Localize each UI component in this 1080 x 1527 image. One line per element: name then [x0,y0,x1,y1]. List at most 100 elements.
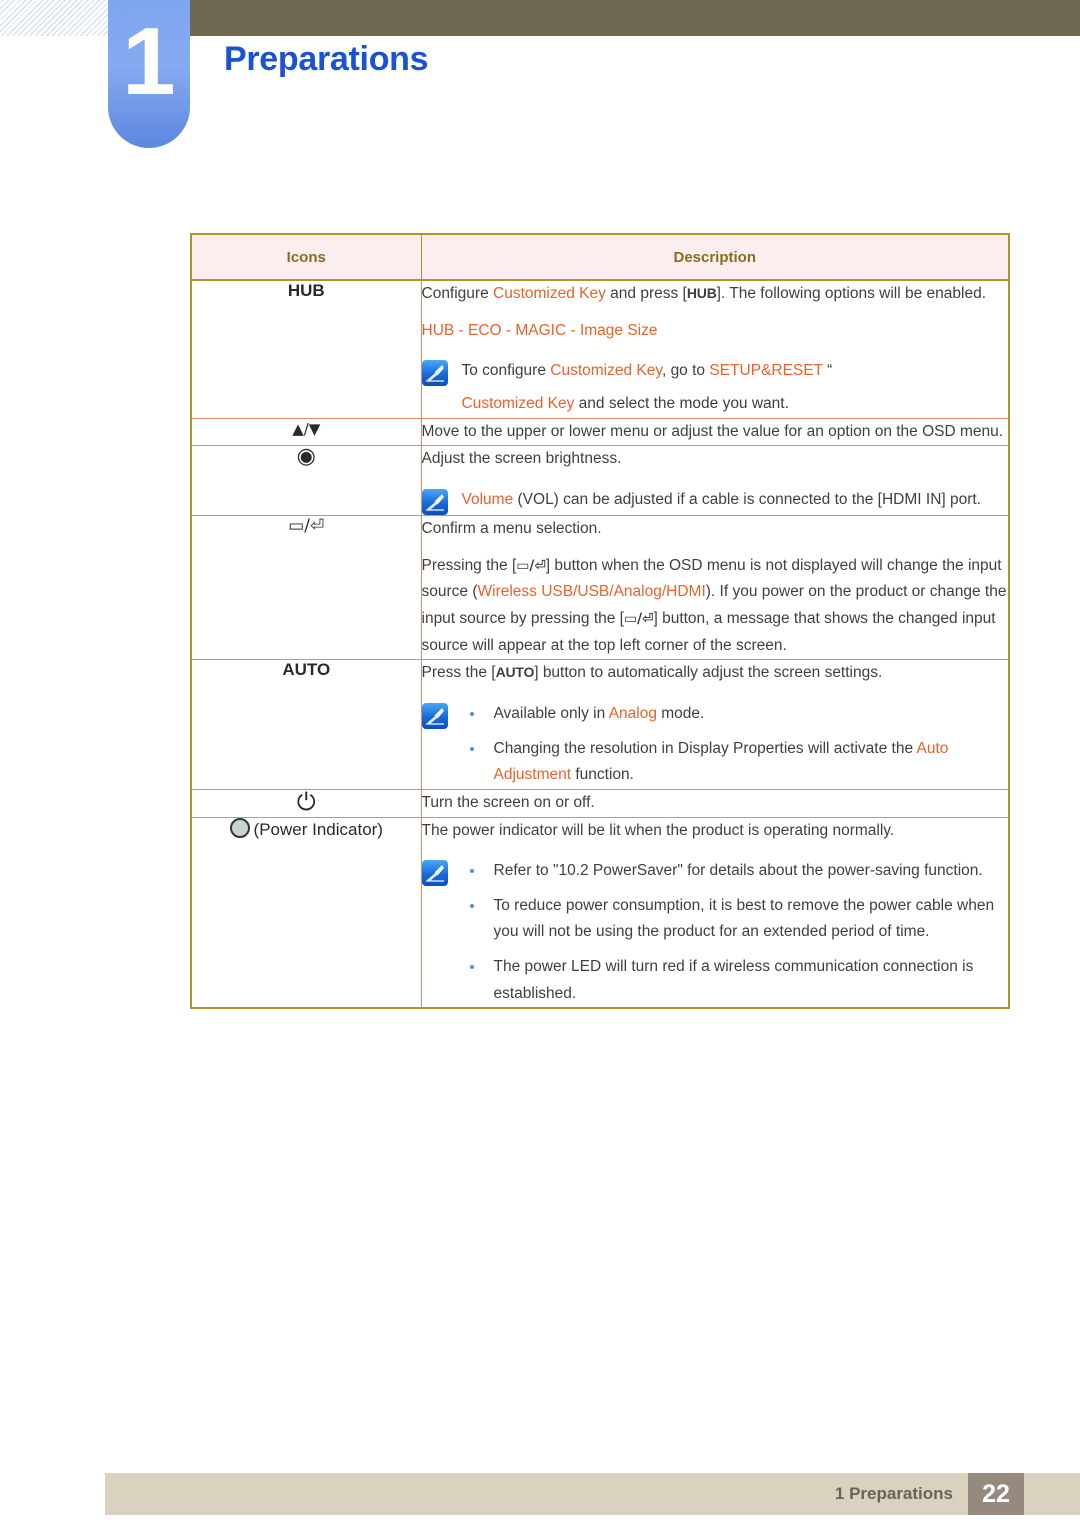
text-run: (VOL) can be adjusted if a cable is conn… [513,490,982,508]
button-reference-table: Icons Description HUB Configure Customize… [190,233,1010,1010]
text-run: Refer to "10.2 PowerSaver" for details a… [493,862,983,880]
note-block: To configure Customized Key, go to SETUP… [421,358,1009,417]
table-row: (Power Indicator) The power indicator wil… [190,816,1010,1009]
footer-page-number: 22 [968,1473,1024,1515]
description-cell: Configure Customized Key and press [HUB]… [420,279,1010,419]
header-band [190,0,1080,36]
text-run: Turn the screen on or off. [421,793,595,811]
text-run: Available only in [493,704,609,722]
highlighted-term: HUB - ECO - MAGIC - Image Size [421,321,658,339]
text-run: Configure [421,285,494,302]
text-run: , go to [661,362,710,380]
icon-cell-label: ⏻ [296,787,316,816]
button-key-label: AUTO [495,664,535,681]
footer-chapter-label: 1 Preparations [834,1484,953,1503]
icon-cell: HUB [190,279,422,419]
note-bullet-list: Refer to "10.2 PowerSaver" for details a… [462,858,1009,1007]
icon-cell: ▭/⏎ [190,514,422,661]
icon-cell-label: ▭/⏎ [288,515,325,536]
note-bullet-item: To reduce power consumption, it is best … [462,893,1009,946]
description-cell: The power indicator will be lit when the… [420,816,1010,1009]
chapter-number: 1 [122,8,176,115]
text-run: Changing the resolution in Display Prope… [493,739,917,757]
text-run: To configure [461,362,551,380]
note-body: Refer to "10.2 PowerSaver" for details a… [462,858,1009,1007]
text-run: and select the mode you want. [574,394,789,412]
note-body: To configure Customized Key, go to SETUP… [462,358,1009,417]
table-body: HUB Configure Customized Key and press [H… [190,279,1010,1009]
note-bullet-item: Changing the resolution in Display Prope… [462,736,1009,789]
text-run: The power LED will turn red if a wireles… [493,958,974,1002]
table-header-row: Icons Description [190,233,1010,281]
table-row: ⏻ Turn the screen on or off. [190,788,1010,818]
description-paragraph: Pressing the [▭/⏎] button when the OSD m… [422,553,1009,660]
text-run: Adjust the screen brightness. [421,450,622,468]
text-run: ] button to automatically adjust the scr… [534,664,883,682]
highlighted-term: Wireless USB/USB/Analog/HDMI [477,583,706,601]
note-block: Volume (VOL) can be adjusted if a cable … [421,487,1009,515]
highlighted-term: SETUP&RESET [709,362,823,380]
table-row: HUB Configure Customized Key and press [H… [190,279,1010,419]
icon-cell-label: (Power Indicator) [253,819,383,839]
text-run: Pressing the [ [421,556,517,574]
icon-cell-label: AUTO [282,660,331,680]
note-bullet-list: Available only in Analog mode. Changing t… [462,701,1009,789]
text-run: Move to the upper or lower menu or adjus… [421,422,1004,440]
text-run: “ [822,362,833,380]
text-run: To reduce power consumption, it is best … [493,896,995,941]
description-cell: Confirm a menu selection. Pressing the [▭… [420,514,1010,661]
power-indicator-led [229,817,250,838]
icon-cell: ⏻ [190,788,422,818]
description-paragraph: The power indicator will be lit when the… [422,818,1009,845]
description-paragraph: Confirm a menu selection. [422,516,1009,543]
note-pencil-icon [421,860,448,887]
description-paragraph: Adjust the screen brightness. [422,446,1009,473]
text-run: and press [ [605,285,687,302]
auto-button-icon: AUTO [282,660,330,679]
text-run: mode. [656,704,705,722]
icon-cell-label: ◉ [296,444,316,470]
footer-bar: 1 Preparations 22 [105,1473,1080,1515]
description-cell: Press the [AUTO] button to automatically… [420,659,1010,790]
note-body: Volume (VOL) can be adjusted if a cable … [462,487,1009,514]
note-body: Available only in Analog mode. Changing t… [462,701,1009,789]
text-run: The power indicator will be lit when the… [421,821,895,839]
description-cell: Adjust the screen brightness. Volume (VOL… [420,445,1010,516]
brightness-dial-icon: ◉ [297,446,316,468]
up-down-arrows-icon: ▲/▼ [292,419,320,438]
note-line: Customized Key and select the mode you w… [462,391,1009,418]
description-cell: Turn the screen on or off. [420,788,1010,818]
highlighted-term: Analog [608,704,657,722]
highlighted-term: Customized Key [461,394,575,412]
note-bullet-item: Refer to "10.2 PowerSaver" for details a… [462,858,1009,885]
button-key-glyph: ▭/⏎ [516,557,546,574]
text-run: Confirm a menu selection. [421,519,602,537]
description-paragraph: Press the [AUTO] button to automatically… [422,660,1009,687]
table-row: ◉ Adjust the screen brightness. Volume (VO… [190,445,1010,516]
icon-cell: (Power Indicator) [190,816,422,1009]
note-bullet-item: Available only in Analog mode. [462,701,1009,728]
description-paragraph: Turn the screen on or off. [422,790,1009,817]
power-button-icon: ⏻ [297,790,316,814]
table-row: AUTO Press the [AUTO] button to automatic… [190,659,1010,790]
text-run: ]. The following options will be enabled… [716,285,987,302]
note-pencil-icon [421,702,448,729]
description-paragraph: Configure Customized Key and press [HUB]… [422,281,1009,308]
chapter-tab: 1 [108,0,190,148]
power-indicator-icon: (Power Indicator) [229,817,383,839]
button-key-glyph: ▭/⏎ [623,610,654,627]
icon-cell-label: HUB [287,281,325,300]
text-run: function. [571,766,634,784]
note-line: To configure Customized Key, go to SETUP… [462,358,1009,385]
highlighted-term: Volume [461,490,514,508]
icon-cell-label: ▲/▼ [292,419,321,438]
highlighted-term: Customized Key [493,285,606,302]
header-hatch-decoration [0,0,108,36]
column-header-icons: Icons [190,233,422,281]
note-block: Available only in Analog mode. Changing t… [421,701,1009,789]
description-paragraph: HUB - ECO - MAGIC - Image Size [422,318,1009,345]
hub-button-icon: HUB [288,281,325,300]
icon-cell: ◉ [190,445,422,516]
table-row: ▭/⏎ Confirm a menu selection. Pressing the… [190,514,1010,661]
highlighted-term: Customized Key [550,362,662,380]
